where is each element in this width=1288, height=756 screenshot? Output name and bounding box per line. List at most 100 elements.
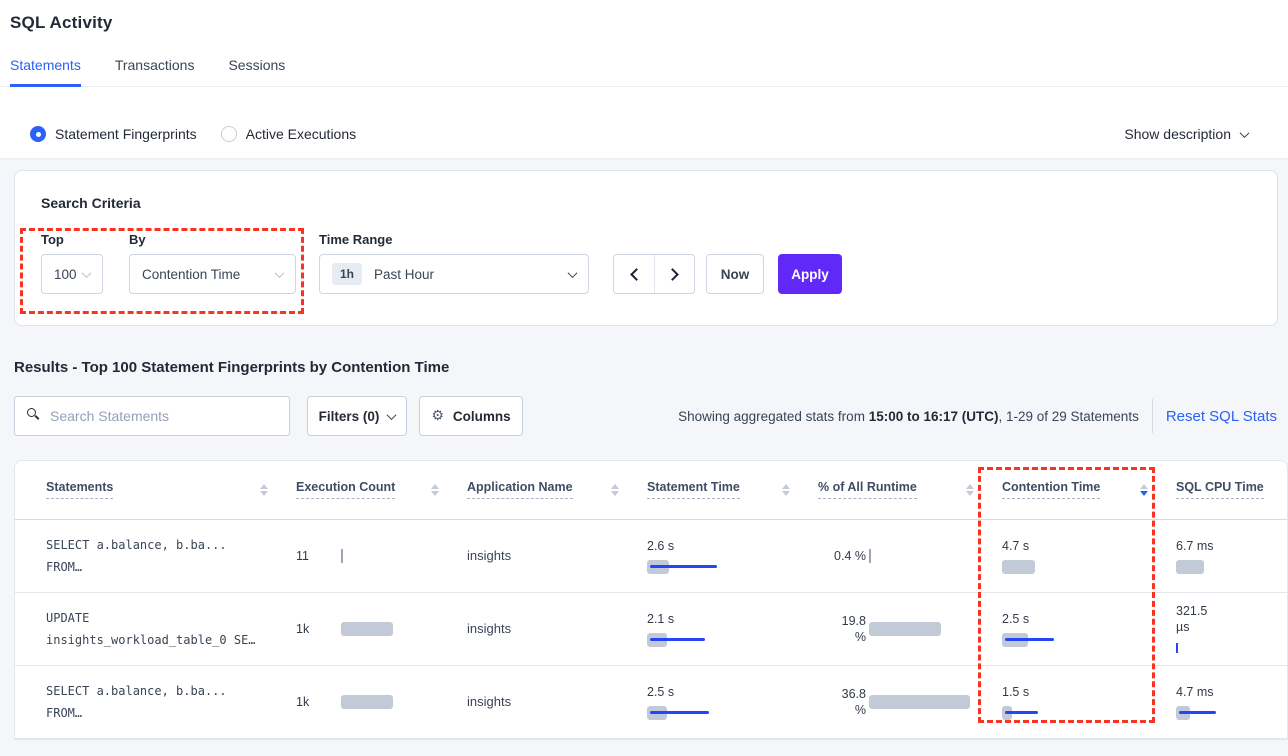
tab-sessions[interactable]: Sessions [228,57,285,87]
cpu-cell: 6.7 ms [1176,519,1287,592]
chevron-down-icon [568,268,578,278]
radio-active-executions[interactable]: Active Executions [221,126,357,142]
time-nav-group [613,254,695,294]
search-statements-input[interactable] [14,396,290,436]
view-mode-bar: Statement Fingerprints Active Executions… [0,110,1288,158]
radio-selected-icon[interactable] [30,126,46,142]
divider [1152,399,1153,433]
by-label: By [129,232,296,247]
cpu-cell: 4.7 ms [1176,665,1287,738]
cell-bar-chart [869,622,941,636]
column-header-runtime-pct[interactable]: % of All Runtime [818,461,1002,519]
statements-table: Statements Execution Count Application N… [15,461,1287,739]
search-criteria-heading: Search Criteria [41,195,1251,211]
chevron-down-icon [82,268,92,278]
by-field: By Contention Time [129,232,296,294]
statement-cell[interactable]: SELECT a.balance, b.ba...FROM… [15,665,296,738]
apply-button[interactable]: Apply [778,254,842,294]
columns-button[interactable]: ⚙ Columns [419,396,523,436]
contention-cell: 1.5 s [1002,665,1176,738]
time-range-badge: 1h [332,263,362,285]
reset-sql-stats-link[interactable]: Reset SQL Stats [1166,408,1278,425]
time-range-value: Past Hour [374,267,434,282]
table-row[interactable]: SELECT a.balance, b.ba...FROM…11insights… [15,519,1287,592]
exec-cell: 1k [296,665,467,738]
column-header-statement-time[interactable]: Statement Time [647,461,818,519]
top-field: Top 100 [41,232,129,294]
tab-transactions[interactable]: Transactions [115,57,195,87]
runtime-cell: 0.4 % [818,519,1002,592]
contention-cell: 4.7 s [1002,519,1176,592]
results-controls: Filters (0) ⚙ Columns Showing aggregated… [14,396,1278,436]
search-criteria-row: Top 100 By Contention Time Time Range 1h… [41,232,1251,294]
content-area: Statement Fingerprints Active Executions… [0,110,1288,756]
showing-stats-text: Showing aggregated stats from 15:00 to 1… [678,409,1139,424]
cell-bar-chart [647,706,818,720]
stmt_time-cell: 2.5 s [647,665,818,738]
cell-bar-chart [869,549,871,563]
table-body: SELECT a.balance, b.ba...FROM…11insights… [15,519,1287,738]
cell-bar-chart [1176,706,1287,720]
column-header-statements[interactable]: Statements [15,461,296,519]
table-row[interactable]: UPDATEinsights_workload_table_0 SE…1kins… [15,592,1287,665]
showing-time-range: 15:00 to 16:17 (UTC) [869,409,999,424]
tab-statements[interactable]: Statements [10,57,81,87]
cell-bar-chart [1176,641,1287,655]
stmt_time-cell: 2.6 s [647,519,818,592]
time-prev-button[interactable] [614,255,654,293]
gear-icon: ⚙ [431,409,444,423]
chevron-down-icon [275,268,285,278]
radio-unselected-icon[interactable] [221,126,237,142]
sort-icon[interactable] [431,484,439,496]
runtime-cell: 36.8% [818,665,1002,738]
search-criteria-panel: Search Criteria Top 100 By Contention Ti… [14,170,1278,326]
contention-cell: 2.5 s [1002,592,1176,665]
statement-cell[interactable]: UPDATEinsights_workload_table_0 SE… [15,592,296,665]
statements-table-panel: Statements Execution Count Application N… [14,460,1288,740]
chevron-left-icon [630,268,643,281]
by-select-value: Contention Time [142,267,240,282]
time-range-label: Time Range [319,232,589,247]
time-range-field: Time Range 1h Past Hour [319,232,589,294]
search-icon [27,408,36,417]
filters-button[interactable]: Filters (0) [307,396,407,436]
sort-icon[interactable] [611,484,619,496]
exec-cell: 11 [296,519,467,592]
chevron-down-icon [1240,128,1250,138]
radio-statement-fingerprints[interactable]: Statement Fingerprints [30,126,197,142]
cell-bar-chart [341,695,393,709]
chevron-right-icon [666,268,679,281]
cpu-cell: 321.5µs [1176,592,1287,665]
table-header-row: Statements Execution Count Application N… [15,461,1287,519]
app-name-cell: insights [467,519,647,592]
column-header-application-name[interactable]: Application Name [467,461,647,519]
app-name-cell: insights [467,592,647,665]
sort-icon[interactable] [966,484,974,496]
cell-bar-chart [341,622,393,636]
statement-cell[interactable]: SELECT a.balance, b.ba...FROM… [15,519,296,592]
cell-bar-chart [1002,560,1176,574]
column-header-execution-count[interactable]: Execution Count [296,461,467,519]
time-range-select[interactable]: 1h Past Hour [319,254,589,294]
stmt_time-cell: 2.1 s [647,592,818,665]
now-button[interactable]: Now [706,254,764,294]
cell-bar-chart [341,549,343,563]
by-select[interactable]: Contention Time [129,254,296,294]
column-header-sql-cpu-time[interactable]: SQL CPU Time [1176,461,1287,519]
column-header-contention-time[interactable]: Contention Time [1002,461,1176,519]
chevron-down-icon [387,410,397,420]
sort-icon-active-desc[interactable] [1140,484,1148,496]
top-select-value: 100 [54,267,77,282]
cell-bar-chart [1176,560,1287,574]
table-row[interactable]: SELECT a.balance, b.ba...FROM…1kinsights… [15,665,1287,738]
sort-icon[interactable] [260,484,268,496]
cell-bar-chart [869,695,970,709]
sort-icon[interactable] [782,484,790,496]
top-select[interactable]: 100 [41,254,103,294]
time-next-button[interactable] [654,255,694,293]
page-title: SQL Activity [0,0,1288,33]
runtime-cell: 19.8% [818,592,1002,665]
cell-bar-chart [647,560,818,574]
top-label: Top [41,232,129,247]
show-description-toggle[interactable]: Show description [1124,126,1262,142]
